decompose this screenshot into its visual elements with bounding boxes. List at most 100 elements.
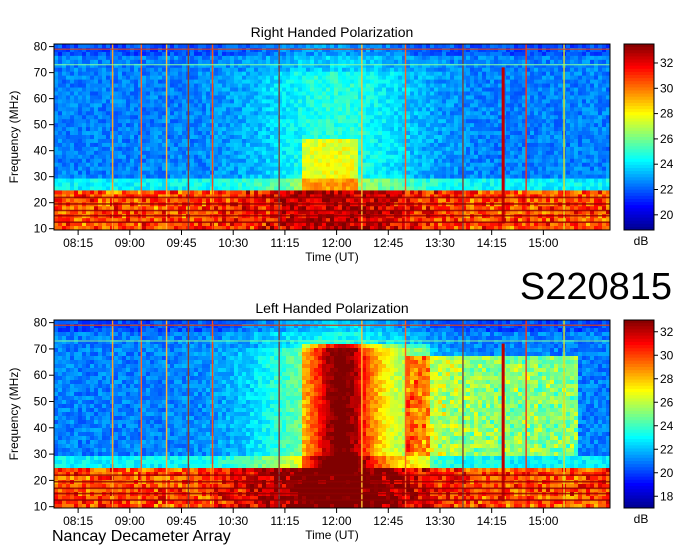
heatmap-cell <box>242 190 247 195</box>
heatmap-cell <box>422 111 427 116</box>
heatmap-cell <box>378 186 383 191</box>
heatmap-cell <box>194 55 199 61</box>
heatmap-cell <box>130 75 135 81</box>
heatmap-cell <box>174 150 179 156</box>
heatmap-cell <box>58 150 63 156</box>
heatmap-cell <box>410 107 415 112</box>
heatmap-cell <box>274 190 279 195</box>
heatmap-cell <box>386 158 391 164</box>
heatmap-cell <box>206 131 211 136</box>
heatmap-cell <box>262 190 267 195</box>
heatmap-cell <box>306 95 311 100</box>
heatmap-cell <box>98 71 103 77</box>
heatmap-cell <box>294 138 299 144</box>
heatmap-cell <box>450 111 455 116</box>
heatmap-cell <box>74 182 79 187</box>
heatmap-cell <box>410 131 415 136</box>
heatmap-cell <box>222 83 227 88</box>
heatmap-cell <box>206 107 211 112</box>
heatmap-cell <box>362 55 367 61</box>
heatmap-cell <box>302 170 307 175</box>
heatmap-cell <box>126 123 131 128</box>
heatmap-cell <box>182 119 187 124</box>
heatmap-cell <box>54 178 59 183</box>
heatmap-cell <box>442 55 447 61</box>
heatmap-cell <box>346 135 351 140</box>
heatmap-cell <box>62 67 67 73</box>
heatmap-cell <box>190 158 195 164</box>
heatmap-cell <box>354 127 359 132</box>
heatmap-cell <box>70 119 75 124</box>
heatmap-cell <box>170 158 175 164</box>
heatmap-cell <box>86 123 91 128</box>
heatmap-cell <box>82 158 87 164</box>
heatmap-cell <box>298 131 303 136</box>
heatmap-cell <box>226 83 231 88</box>
heatmap-cell <box>438 166 443 172</box>
heatmap-cell <box>458 71 463 77</box>
heatmap-cell <box>62 95 67 100</box>
heatmap-cell <box>478 79 483 84</box>
heatmap-cell <box>418 154 423 160</box>
heatmap-cell <box>190 75 195 81</box>
heatmap-cell <box>114 111 119 116</box>
heatmap-cell <box>134 115 139 120</box>
heatmap-cell <box>162 71 167 77</box>
heatmap-cell <box>262 186 267 191</box>
heatmap-cell <box>398 79 403 84</box>
heatmap-cell <box>246 154 251 160</box>
heatmap-cell <box>350 87 355 92</box>
heatmap-cell <box>234 127 239 132</box>
heatmap-cell <box>318 127 323 132</box>
heatmap-cell <box>382 142 387 148</box>
heatmap-cell <box>414 119 419 124</box>
heatmap-cell <box>146 59 151 65</box>
heatmap-cell <box>86 111 91 116</box>
heatmap-cell <box>150 138 155 144</box>
heatmap-cell <box>442 182 447 187</box>
heatmap-cell <box>438 71 443 77</box>
heatmap-cell <box>102 154 107 160</box>
heatmap-cell <box>342 55 347 61</box>
heatmap-cell <box>126 67 131 73</box>
heatmap-cell <box>450 174 455 179</box>
heatmap-cell <box>342 123 347 128</box>
heatmap-cell <box>122 103 127 108</box>
heatmap-cell <box>94 186 99 191</box>
heatmap-cell <box>86 182 91 187</box>
heatmap-cell <box>246 182 251 187</box>
heatmap-cell <box>190 162 195 168</box>
heatmap-cell <box>106 99 111 104</box>
heatmap-cell <box>190 71 195 77</box>
heatmap-cell <box>390 186 395 191</box>
heatmap-cell <box>362 75 367 81</box>
heatmap-cell <box>374 190 379 195</box>
heatmap-cell <box>326 154 331 160</box>
heatmap-cell <box>418 79 423 84</box>
heatmap-cell <box>242 146 247 152</box>
heatmap-cell <box>170 111 175 116</box>
heatmap-cell <box>382 135 387 140</box>
heatmap-cell <box>174 142 179 148</box>
heatmap-cell <box>270 83 275 88</box>
heatmap-cell <box>262 59 267 65</box>
heatmap-cell <box>450 127 455 132</box>
heatmap-cell <box>94 178 99 183</box>
heatmap-cell <box>170 198 175 203</box>
heatmap-cell <box>82 170 87 175</box>
heatmap-cell <box>362 83 367 88</box>
heatmap-cell <box>362 79 367 84</box>
heatmap-cell <box>162 138 167 144</box>
heatmap-cell <box>162 59 167 65</box>
heatmap-cell <box>182 190 187 195</box>
heatmap-cell <box>306 103 311 108</box>
heatmap-cell <box>146 142 151 148</box>
heatmap-cell <box>270 51 275 57</box>
heatmap-cell <box>250 115 255 120</box>
heatmap-cell <box>334 146 339 152</box>
heatmap-cell <box>206 111 211 116</box>
heatmap-cell <box>438 190 443 195</box>
heatmap-cell <box>222 162 227 168</box>
heatmap-cell <box>114 59 119 65</box>
heatmap-cell <box>382 91 387 96</box>
